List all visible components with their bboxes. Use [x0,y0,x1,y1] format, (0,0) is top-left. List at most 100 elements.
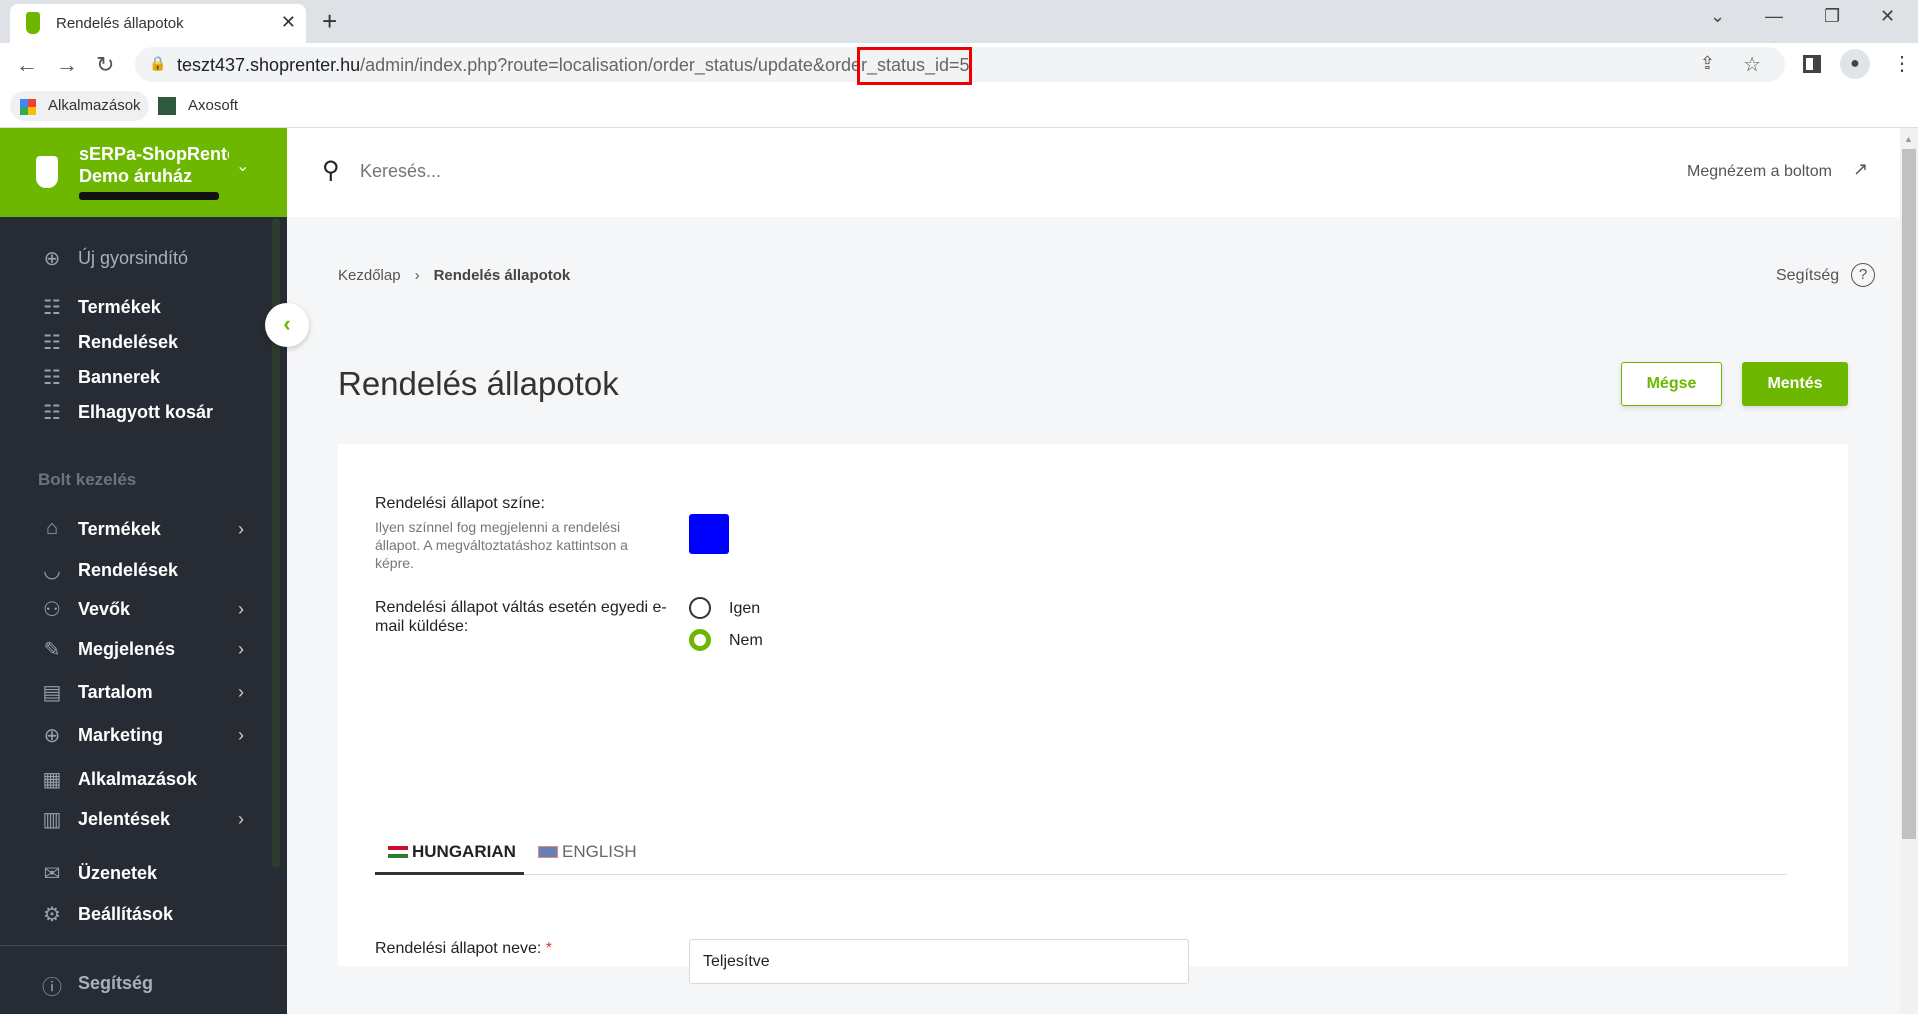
sidebar-item-uzenetek[interactable]: ✉ Üzenetek [38,861,157,886]
new-tab-icon[interactable]: + [322,6,337,37]
search-input[interactable] [360,156,860,186]
sidebar-menu: ⌂ Termékek › ◡ Rendelések ⚇ Vevők › ✎ Megjelen… [0,500,275,958]
side-panel-icon[interactable] [1803,55,1821,73]
lock-icon: 🔒 [149,55,167,71]
back-icon[interactable]: ← [16,52,38,78]
cancel-button[interactable]: Mégse [1621,362,1722,406]
section-title: Bolt kezelés [38,470,137,489]
main-content: ⚲ Megnézem a boltom ↗ Kezdőlap › Rendelé… [265,128,1900,1014]
scroll-up-icon[interactable]: ▲ [1904,134,1913,144]
chevron-down-icon: ⌄ [236,158,250,175]
divider [0,945,287,946]
shortcut-bannerek[interactable]: ☷ Bannerek [38,365,161,390]
sidebar-item-vevok[interactable]: ⚇ Vevők › [38,597,244,622]
help-icon[interactable]: ? [1851,263,1875,287]
list-star-icon: ☷ [43,297,61,319]
shoprenter-logo-icon [36,156,58,188]
shortcut-rendelesek[interactable]: ☷ Rendelések [38,330,179,355]
tab-title: Rendelés állapotok [56,15,184,32]
external-link-icon[interactable]: ↗ [1853,159,1868,180]
close-window-icon[interactable]: ✕ [1880,6,1895,27]
search-icon: ⚲ [322,157,340,184]
scrollbar-thumb[interactable] [1902,149,1916,839]
radio-nem-label: Nem [729,632,763,649]
bookmark-axosoft[interactable]: Axosoft [150,91,246,121]
profile-avatar-icon[interactable]: ● [1840,49,1870,79]
minimize-icon[interactable]: — [1765,6,1783,27]
close-tab-icon[interactable]: ✕ [281,12,296,33]
chevron-right-icon: › [238,681,244,702]
bookmark-label: Alkalmazások [48,97,141,114]
sidebar-item-beallitasok[interactable]: ⚙ Beállítások [38,902,174,927]
chevron-right-icon: › [238,638,244,659]
item-label: Tartalom [78,681,153,702]
radio-nem[interactable] [689,629,711,651]
shortcut-elhagyott-kosar[interactable]: ☷ Elhagyott kosár [38,400,214,425]
item-label: Elhagyott kosár [78,401,214,422]
tab-english[interactable]: ENGLISH [538,840,648,875]
sidebar-item-segitseg[interactable]: ⓘ Segítség [38,971,153,1000]
info-icon: ⓘ [42,977,62,999]
status-name-input[interactable] [689,939,1189,984]
chevron-right-icon: › [414,267,420,284]
list-star-icon: ☷ [43,367,61,389]
color-swatch[interactable] [689,514,729,554]
item-label: Bannerek [78,366,161,387]
breadcrumb-home[interactable]: Kezdőlap [338,267,401,284]
highlight-annotation [857,47,972,85]
tab-search-icon[interactable]: ⌄ [1710,6,1725,27]
browser-tab-bar: Rendelés állapotok ✕ + ⌄ — ❐ ✕ [0,0,1918,43]
forward-icon[interactable]: → [56,52,78,78]
browser-tab[interactable]: Rendelés állapotok ✕ [10,4,306,43]
shoprenter-favicon-icon [26,12,40,34]
basket-icon: ◡ [43,560,61,582]
sidebar-item-jelentesek[interactable]: ▥ Jelentések › [38,807,244,832]
collapse-sidebar-button[interactable]: ‹ [265,303,309,347]
radio-igen-label: Igen [729,600,761,617]
hungarian-flag-icon [388,846,408,858]
radio-igen[interactable] [689,597,711,619]
mail-icon: ✉ [43,863,61,885]
sidebar: sERPa-ShopRenter Demo áruház ⌄ ⊕ Új gyors… [0,128,287,1014]
url-text: teszt437.shoprenter.hu/admin/index.php?r… [177,55,970,76]
item-label: Vevők [78,598,131,619]
tab-hungarian[interactable]: HUNGARIAN [375,840,524,875]
chart-icon: ▥ [42,809,62,831]
url-host: teszt437.shoprenter.hu [177,55,361,75]
reload-icon[interactable]: ↻ [96,52,114,78]
list-star-icon: ☷ [43,402,61,424]
bookmark-star-icon[interactable]: ☆ [1743,52,1761,77]
save-button[interactable]: Mentés [1742,362,1848,406]
bookmark-apps[interactable]: Alkalmazások [10,91,149,121]
sidebar-item-rendelesek[interactable]: ◡ Rendelések [38,558,179,583]
sidebar-item-megjelenes[interactable]: ✎ Megjelenés › [38,637,244,662]
shop-switcher[interactable]: sERPa-ShopRenter Demo áruház ⌄ [0,128,287,217]
apps-icon: ▦ [42,769,62,791]
color-hint: Ilyen színnel fog megjelenni a rendelési… [375,519,628,571]
item-label: Termékek [78,296,161,317]
item-label: Beállítások [78,903,174,924]
uk-flag-icon [538,846,558,858]
new-quicklaunch[interactable]: ⊕ Új gyorsindító [38,246,188,271]
menu-icon[interactable]: ⋮ [1892,51,1912,76]
share-icon[interactable]: ⇪ [1700,53,1715,74]
shop-name: sERPa-ShopRenter [79,144,229,164]
sidebar-item-termekek[interactable]: ⌂ Termékek › [38,517,244,541]
tab-label: HUNGARIAN [412,842,516,861]
item-label: Rendelések [78,331,179,352]
restore-icon[interactable]: ❐ [1824,6,1840,27]
target-icon: ⊕ [43,725,61,747]
users-icon: ⚇ [43,599,61,621]
redacted-email [79,192,219,200]
shortcut-termekek[interactable]: ☷ Termékek [38,295,161,320]
item-label: Megjelenés [78,638,176,659]
help-link[interactable]: Segítség [1776,267,1839,285]
item-label: Marketing [78,724,164,745]
item-label: Rendelések [78,559,179,580]
sidebar-item-alkalmazasok[interactable]: ▦ Alkalmazások [38,767,198,792]
sidebar-item-tartalom[interactable]: ▤ Tartalom › [38,680,244,705]
view-shop-link[interactable]: Megnézem a boltom [1687,163,1832,181]
page-scrollbar[interactable]: ▲ [1900,128,1918,1014]
sidebar-item-marketing[interactable]: ⊕ Marketing › [38,723,244,748]
breadcrumb: Kezdőlap › Rendelés állapotok [338,267,570,284]
